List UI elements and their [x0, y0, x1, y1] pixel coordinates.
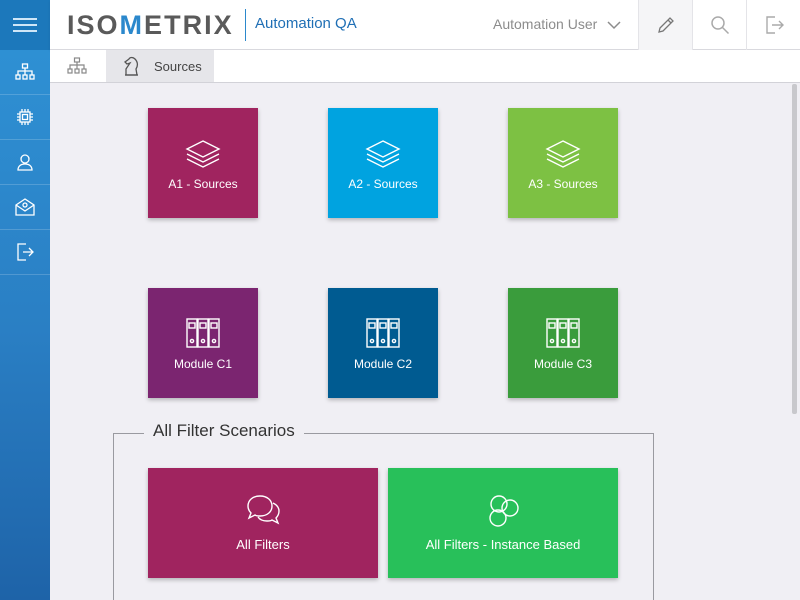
mail-icon: [15, 198, 35, 216]
tile-module-c1[interactable]: Module C1: [148, 288, 258, 398]
project-name: Automation QA: [255, 15, 357, 32]
chess-knight-icon: [120, 55, 142, 77]
layers-icon: [545, 135, 581, 169]
tile-a3-sources[interactable]: A3 - Sources: [508, 108, 618, 218]
sidebar: [0, 0, 50, 600]
menu-button[interactable]: [0, 0, 50, 50]
page-scrollbar[interactable]: [792, 84, 797, 414]
tile-label: A2 - Sources: [348, 177, 418, 191]
breadcrumb-home[interactable]: [66, 56, 88, 76]
app-logo: ISOMETRIX: [67, 10, 234, 40]
search-icon: [710, 16, 729, 35]
tile-all-filters[interactable]: All Filters: [148, 468, 378, 578]
sidebar-item-users[interactable]: [0, 140, 50, 185]
tile-a2-sources[interactable]: A2 - Sources: [328, 108, 438, 218]
tile-label: Module C3: [533, 357, 593, 371]
tile-label: All Filters: [236, 536, 290, 552]
top-header: ISOMETRIX Automation QA Automation User: [50, 0, 800, 50]
tile-module-c3[interactable]: Module C3: [508, 288, 618, 398]
binders-icon: [365, 315, 401, 349]
layers-icon: [365, 135, 401, 169]
tile-label: Module C1: [173, 357, 233, 371]
breadcrumb: Sources: [50, 50, 800, 83]
speech-bubbles-icon: [484, 494, 522, 529]
tile-label: A3 - Sources: [528, 177, 598, 191]
sidebar-item-modules[interactable]: [0, 95, 50, 140]
binders-icon: [185, 315, 221, 349]
tile-all-filters-instance[interactable]: All Filters - Instance Based: [388, 468, 618, 578]
chevron-down-icon[interactable]: [607, 17, 621, 35]
search-button[interactable]: [692, 0, 746, 50]
tile-a1-sources[interactable]: A1 - Sources: [148, 108, 258, 218]
org-chart-icon: [67, 57, 87, 74]
logout-button[interactable]: [746, 0, 800, 50]
sidebar-item-logout[interactable]: [0, 230, 50, 275]
sidebar-item-hierarchy[interactable]: [0, 50, 50, 95]
tile-module-c2[interactable]: Module C2: [328, 288, 438, 398]
binders-icon: [545, 315, 581, 349]
breadcrumb-item-sources[interactable]: Sources: [106, 50, 214, 82]
logout-icon: [17, 243, 34, 261]
sidebar-item-messages[interactable]: [0, 185, 50, 230]
layers-icon: [185, 135, 221, 169]
user-icon: [17, 154, 33, 171]
group-title: All Filter Scenarios: [144, 421, 304, 441]
tile-label: Module C2: [353, 357, 413, 371]
speech-bubbles-icon: [244, 494, 282, 529]
tile-label: All Filters - Instance Based: [425, 536, 581, 552]
menu-icon: [13, 18, 37, 32]
tile-label: A1 - Sources: [168, 177, 238, 191]
edit-button[interactable]: [638, 0, 692, 50]
chip-icon: [17, 109, 33, 125]
logo-text: ISOMETRIX: [67, 9, 234, 40]
breadcrumb-label: Sources: [154, 58, 202, 74]
org-chart-icon: [15, 63, 35, 80]
header-divider: [245, 9, 246, 41]
logout-icon: [765, 16, 784, 34]
user-menu[interactable]: Automation User: [493, 16, 597, 32]
pencil-icon: [657, 17, 674, 33]
